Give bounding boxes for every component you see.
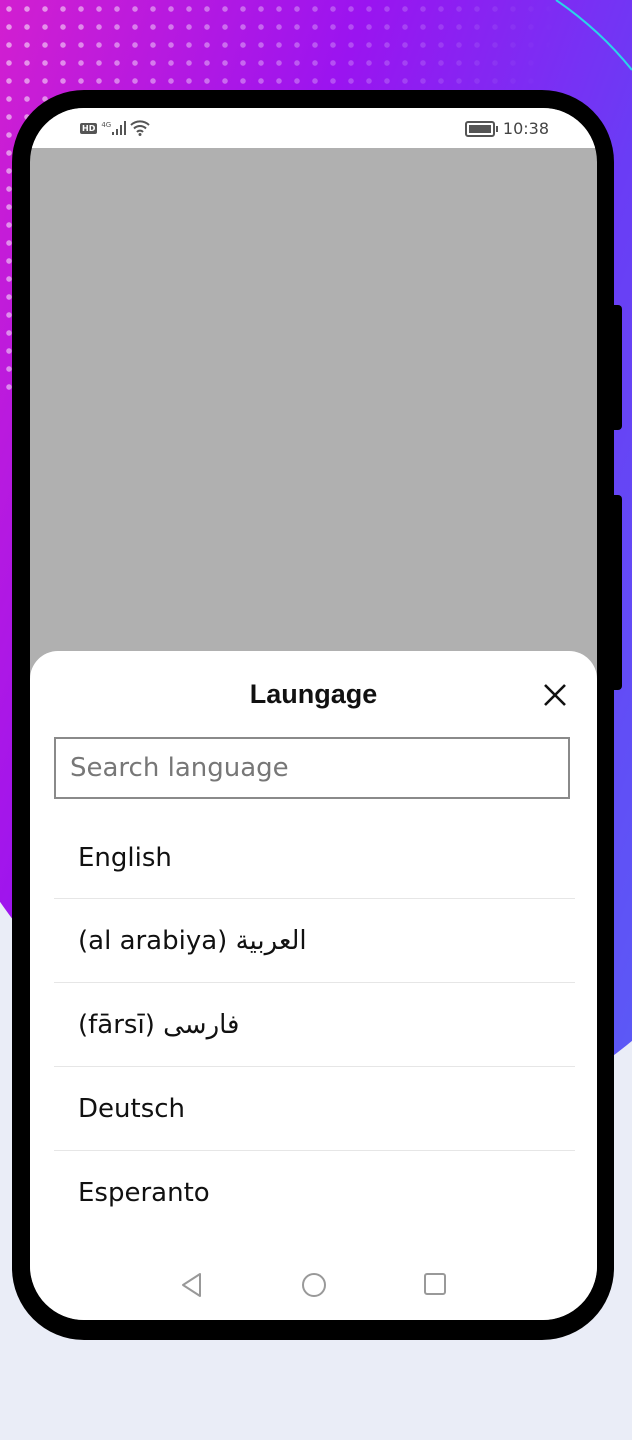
signal-icon: 4G bbox=[101, 121, 127, 135]
hd-icon: HD bbox=[80, 122, 98, 134]
language-bottom-sheet: Laungage English (al arabiya) العربية (f… bbox=[30, 651, 597, 1320]
power-button bbox=[612, 495, 622, 690]
recents-icon[interactable] bbox=[423, 1272, 447, 1296]
volume-button bbox=[612, 305, 622, 430]
navigation-bar bbox=[30, 1266, 597, 1306]
language-list: English (al arabiya) العربية (fārsī) فار… bbox=[54, 817, 575, 1235]
battery-icon bbox=[464, 120, 498, 137]
home-icon[interactable] bbox=[301, 1272, 327, 1298]
clock: 10:38 bbox=[502, 119, 549, 138]
status-bar: HD 4G 10:38 bbox=[30, 108, 597, 148]
language-item-arabic[interactable]: (al arabiya) العربية bbox=[54, 899, 575, 983]
background-arc bbox=[555, 0, 632, 71]
phone-screen: HD 4G 10:38 Laungage English (al arabiya… bbox=[30, 108, 597, 1320]
search-language-input[interactable] bbox=[54, 737, 570, 799]
wifi-icon bbox=[130, 120, 150, 136]
close-icon[interactable] bbox=[541, 681, 569, 709]
back-icon[interactable] bbox=[180, 1272, 204, 1298]
sheet-title: Laungage bbox=[249, 679, 378, 709]
language-item-esperanto[interactable]: Esperanto bbox=[54, 1151, 575, 1235]
language-item-deutsch[interactable]: Deutsch bbox=[54, 1067, 575, 1151]
language-item-farsi[interactable]: (fārsī) فارسى bbox=[54, 983, 575, 1067]
network-type-label: 4G bbox=[101, 121, 112, 129]
language-item-english[interactable]: English bbox=[54, 817, 575, 899]
